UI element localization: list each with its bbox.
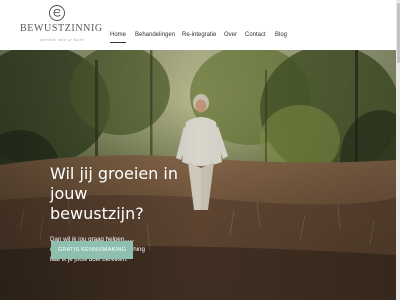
nav-blog[interactable]: Blog	[275, 30, 287, 40]
headline-line: Wil jij groeien in	[50, 164, 178, 183]
free-introduction-button[interactable]: GRATIS KENNISMAKING	[51, 241, 133, 259]
site-header: BEWUSTZINNIG worden wie je bent Home Beh…	[0, 0, 400, 50]
nav-over[interactable]: Over	[224, 30, 237, 40]
brand-tagline: worden wie je bent	[39, 37, 85, 42]
headline-line: jouw	[50, 184, 88, 203]
scrollbar-thumb[interactable]	[396, 3, 400, 63]
nav-home[interactable]: Home	[110, 30, 127, 43]
page: BEWUSTZINNIG worden wie je bent Home Beh…	[0, 0, 400, 300]
brand-name: BEWUSTZINNIG	[20, 23, 103, 34]
nav-behandelingen[interactable]: Behandelingen	[135, 30, 175, 40]
hero-headline: Wil jij groeien in jouw bewustzijn?	[50, 164, 190, 224]
nav-contact[interactable]: Contact	[245, 30, 266, 40]
hero-section: Wil jij groeien in jouw bewustzijn? Dan …	[0, 50, 396, 300]
headline-line: bewustzijn?	[50, 204, 144, 223]
nav-re-integratie[interactable]: Re-integratie	[182, 30, 216, 40]
circle-e-logo-icon	[49, 5, 65, 21]
brand-logo[interactable]: BEWUSTZINNIG worden wie je bent	[20, 3, 103, 47]
page-scrollbar[interactable]	[396, 0, 400, 300]
